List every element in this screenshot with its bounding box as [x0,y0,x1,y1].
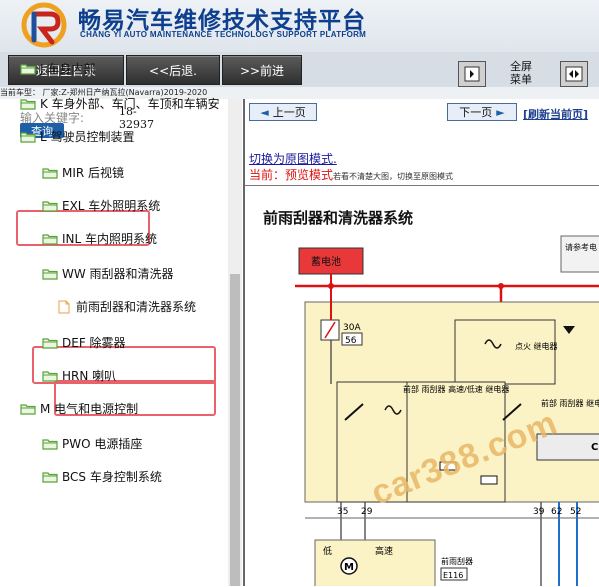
tree-item[interactable]: HRN 喇叭 [42,367,116,384]
current-mode: 当前：预览模式若看不清楚大图，切换至原图模式 [249,166,453,183]
folder-icon [42,370,58,382]
tree-item[interactable]: K 车身外部、车门、车顶和车辆安 [20,95,220,112]
forward-button[interactable]: >>前进 [222,55,302,85]
document-icon [58,300,70,313]
tree-item[interactable]: M 电气和电源控制 [20,400,138,417]
collapse-left-icon [464,66,480,82]
tree-item-label: DEF 除雾器 [62,336,126,350]
pin-label: 29 [361,507,373,517]
fullscreen-menu-label[interactable]: 全屏 菜单 [506,60,536,86]
folder-icon [20,131,36,143]
app-subtitle: CHANG YI AUTO MAINTENANCE TECHNOLOGY SUP… [80,30,367,39]
tree-item[interactable]: MIR 后视镜 [42,164,124,181]
tree-item[interactable]: WW 雨刮器和清洗器 [42,265,174,282]
motor-label: 前雨刮器 [441,556,473,566]
content-nav: ◄ 上一页 下一页 ► [刷新当前页] [245,99,599,123]
tree-item[interactable]: DEF 除雾器 [42,334,126,351]
pin-label: 35 [337,507,348,517]
scrollbar-thumb[interactable] [230,274,240,586]
connector-c-label: C [591,442,598,453]
tree-item[interactable]: BCS 车身控制系统 [42,468,162,485]
folder-icon [20,98,36,110]
collapse-left-button[interactable] [458,61,486,87]
refresh-link[interactable]: [刷新当前页] [523,106,588,122]
fuse-rating: 30A [343,323,361,333]
folder-icon [42,233,58,245]
folder-icon [20,403,36,415]
tree-item-label: HRN 喇叭 [62,369,117,383]
pin-label: 39 [533,507,545,517]
switch-mode-link[interactable]: 切换为原图模式. [249,150,337,167]
prev-page-label: 上一页 [272,106,306,119]
tree-item[interactable]: L 驾驶员控制装置 [20,128,135,145]
motor-code: E116 [443,571,463,580]
diagram-title: 前雨刮器和清洗器系统 [263,209,414,227]
tree-item-label: EXL 车外照明系统 [62,199,161,213]
current-label: 当前： [249,168,286,182]
tree-item[interactable]: EXL 车外照明系统 [42,197,160,214]
tree-item[interactable]: J 车身内部 [20,60,95,77]
pin-label: 62 [551,507,562,517]
content-pane: ◄ 上一页 下一页 ► [刷新当前页] 切换为原图模式. 当前：预览模式若看不清… [243,99,599,586]
next-page-button[interactable]: 下一页 ► [447,103,517,121]
tree-item[interactable]: PWO 电源插座 [42,435,142,452]
current-mode-hint: 若看不清楚大图，切换至原图模式 [333,172,454,181]
tree-item-label: BCS 车身控制系统 [62,470,162,484]
tree-item[interactable]: INL 车内照明系统 [42,230,157,247]
tree-item-label: M 电气和电源控制 [40,402,139,416]
prev-page-button[interactable]: ◄ 上一页 [249,103,317,121]
tree-item-label: L 驾驶员控制装置 [40,130,135,144]
tree-item-label: INL 车内照明系统 [62,232,158,246]
low-speed-label: 低 [323,545,332,557]
tree-item-label: J 车身内部 [40,62,96,76]
folder-icon [42,471,58,483]
next-page-label: 下一页 [459,106,493,119]
tree-item-label: PWO 电源插座 [62,437,143,451]
back-button[interactable]: <<后退. [126,55,220,85]
high-speed-label: 高速 [375,545,393,557]
tree-item-label: MIR 后视镜 [62,166,125,180]
tree-item[interactable]: 前雨刮器和清洗器系统 [58,298,196,315]
folder-icon [42,200,58,212]
note-text: 请参考电 部分，了 [565,242,599,252]
expand-icon [565,66,583,82]
tree-item-label: K 车身外部、车门、车顶和车辆安 [40,97,220,111]
sidebar-tree: 输入关键字: 查询 18-32937 J 车身内部 K 车身外部、车门、车顶和车辆… [0,62,243,586]
folder-icon [42,337,58,349]
battery-label: 蓄电池 [311,255,341,268]
pin-label: 52 [570,507,581,517]
fullscreen-button[interactable] [560,61,588,87]
folder-icon [42,438,58,450]
folder-icon [42,167,58,179]
tree-item-label: 前雨刮器和清洗器系统 [76,300,197,314]
ignition-relay-label: 点火 继电器 [515,341,558,351]
tree-item-label: WW 雨刮器和清洗器 [62,267,174,281]
left-arrow-icon: ◄ [260,105,269,119]
current-mode-value: 预览模式 [285,168,334,182]
right-arrow-icon: ► [496,105,505,119]
fuse-number: 56 [345,336,357,346]
folder-icon [20,63,36,75]
motor-symbol: M [344,562,354,573]
front-relay-label: 前部 雨刮器 高速/低速 继电器 [403,384,509,394]
folder-icon [42,268,58,280]
logo-icon [21,2,67,48]
app-header: 畅易汽车维修技术支持平台 CHANG YI AUTO MAINTENANCE T… [0,0,599,52]
